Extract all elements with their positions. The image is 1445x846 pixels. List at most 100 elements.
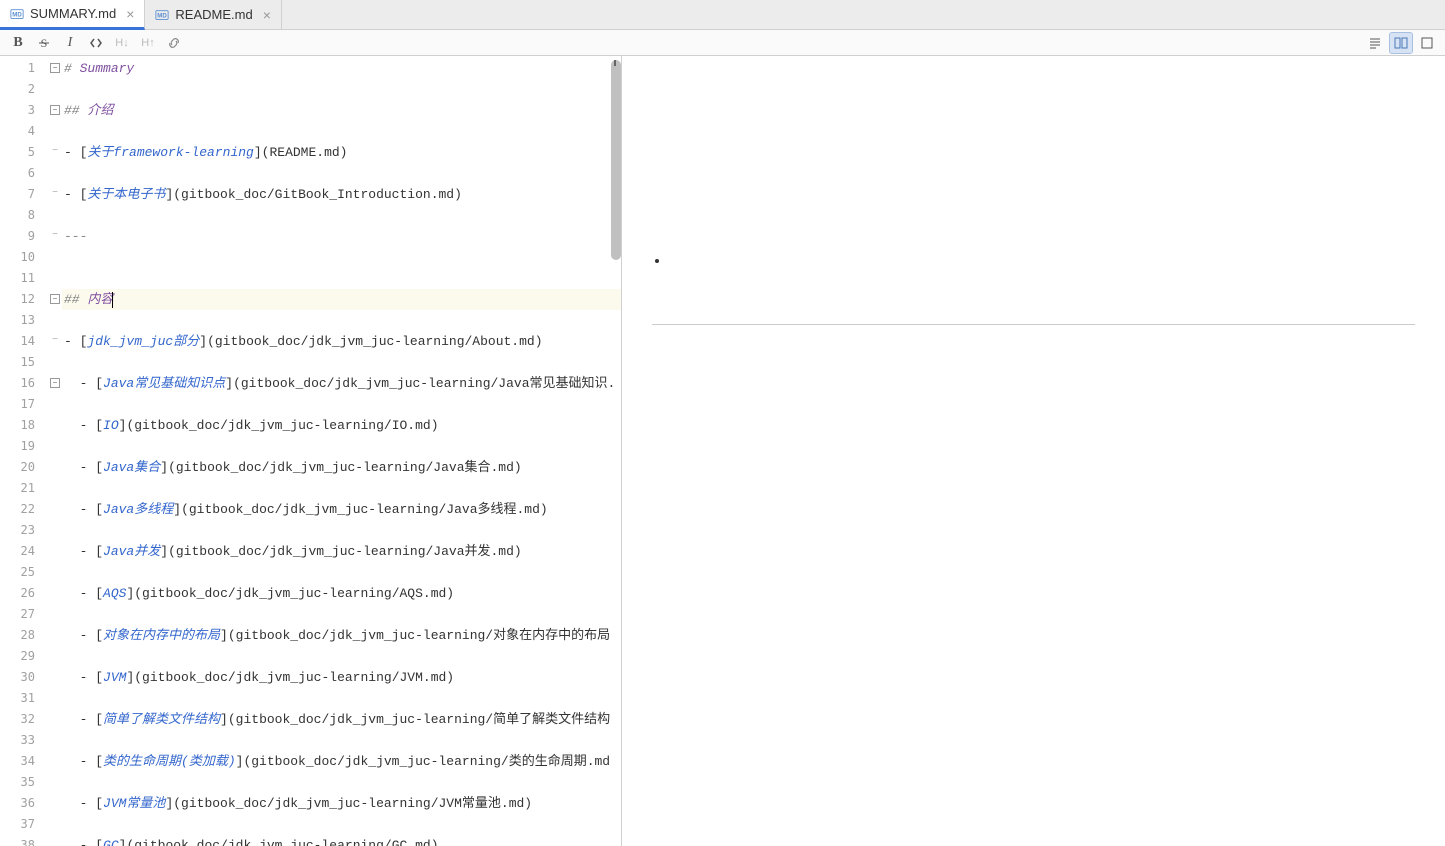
code-line[interactable]: - [关于本电子书](gitbook_doc/GitBook_Introduct… [62,184,621,205]
preview-hr [652,324,1415,325]
code-line[interactable] [62,688,621,709]
line-number: 35 [0,772,35,793]
fold-dash-icon[interactable]: − [50,147,60,157]
code-line[interactable]: - [jdk_jvm_juc部分](gitbook_doc/jdk_jvm_ju… [62,331,621,352]
line-number: 6 [0,163,35,184]
line-number: 15 [0,352,35,373]
code-line[interactable] [62,478,621,499]
line-number: 8 [0,205,35,226]
fold-minus-icon[interactable]: − [50,294,60,304]
close-icon[interactable]: × [126,6,134,22]
code-line[interactable]: ## 内容 [62,289,621,310]
fold-minus-icon[interactable]: − [50,63,60,73]
view-preview-button[interactable] [1415,32,1439,54]
fold-dash-icon[interactable]: − [50,189,60,199]
line-number: 10 [0,247,35,268]
tab-label: README.md [175,7,252,22]
code-line[interactable]: - [Java集合](gitbook_doc/jdk_jvm_juc-learn… [62,457,621,478]
code-line[interactable]: --- [62,226,621,247]
code-line[interactable] [62,436,621,457]
code-line[interactable] [62,352,621,373]
code-line[interactable] [62,730,621,751]
fold-minus-icon[interactable]: − [50,105,60,115]
code-line[interactable]: - [类的生命周期(类加载)](gitbook_doc/jdk_jvm_juc-… [62,751,621,772]
code-line[interactable]: - [对象在内存中的布局](gitbook_doc/jdk_jvm_juc-le… [62,625,621,646]
code-line[interactable]: - [Java多线程](gitbook_doc/jdk_jvm_juc-lear… [62,499,621,520]
code-line[interactable] [62,562,621,583]
view-editor-button[interactable] [1363,32,1387,54]
code-line[interactable] [62,310,621,331]
fold-minus-icon[interactable]: − [50,378,60,388]
code-line[interactable]: - [GC](gitbook_doc/jdk_jvm_juc-learning/… [62,835,621,846]
code-line[interactable] [62,646,621,667]
line-number: 19 [0,436,35,457]
line-number: 13 [0,310,35,331]
line-number: 21 [0,478,35,499]
code-line[interactable] [62,604,621,625]
code-line[interactable] [62,772,621,793]
scroll-marker-icon [614,60,616,66]
code-line[interactable]: # Summary [62,58,621,79]
code-line[interactable] [62,520,621,541]
code-button[interactable] [84,32,108,54]
code-line[interactable] [62,814,621,835]
preview-pane [622,56,1445,846]
svg-text:MD: MD [158,12,168,19]
code-line[interactable] [62,394,621,415]
line-number: 34 [0,751,35,772]
code-line[interactable] [62,121,621,142]
line-number: 22 [0,499,35,520]
code-line[interactable] [62,205,621,226]
fold-dash-icon[interactable]: − [50,231,60,241]
tab-summary[interactable]: MD SUMMARY.md × [0,0,145,30]
tab-label: SUMMARY.md [30,6,116,21]
line-number: 31 [0,688,35,709]
fold-strip: − − − − − − − − [50,56,62,846]
scroll-thumb[interactable] [611,60,621,260]
code-line[interactable]: - [Java常见基础知识点](gitbook_doc/jdk_jvm_juc-… [62,373,621,394]
line-number: 3 [0,100,35,121]
heading-up-button[interactable]: H↑ [136,32,160,54]
code-line[interactable] [62,163,621,184]
line-number: 7 [0,184,35,205]
tab-readme[interactable]: MD README.md × [145,0,281,29]
line-number: 2 [0,79,35,100]
code-line[interactable] [62,79,621,100]
code-line[interactable]: - [简单了解类文件结构](gitbook_doc/jdk_jvm_juc-le… [62,709,621,730]
code-line[interactable] [62,247,621,268]
code-line[interactable]: ## 介绍 [62,100,621,121]
code-line[interactable]: - [JVM常量池](gitbook_doc/jdk_jvm_juc-learn… [62,793,621,814]
link-button[interactable] [162,32,186,54]
fold-dash-icon[interactable]: − [50,336,60,346]
line-number: 5 [0,142,35,163]
heading-down-button[interactable]: H↓ [110,32,134,54]
line-number: 26 [0,583,35,604]
line-number: 37 [0,814,35,835]
code-editor[interactable]: # Summary ## 介绍 - [关于framework-learning](R… [62,56,621,846]
line-number: 38 [0,835,35,846]
view-split-button[interactable] [1389,32,1413,54]
line-number: 16 [0,373,35,394]
line-number: 36 [0,793,35,814]
line-number: 28 [0,625,35,646]
code-line[interactable]: - [JVM](gitbook_doc/jdk_jvm_juc-learning… [62,667,621,688]
toolbar: B S I H↓ H↑ [0,30,1445,56]
strikethrough-button[interactable]: S [32,32,56,54]
preview-bullet [670,252,1415,264]
code-line[interactable] [62,268,621,289]
line-number: 17 [0,394,35,415]
markdown-file-icon: MD [155,8,169,22]
line-number: 14 [0,331,35,352]
italic-button[interactable]: I [58,32,82,54]
line-number: 33 [0,730,35,751]
line-number: 29 [0,646,35,667]
code-line[interactable]: - [AQS](gitbook_doc/jdk_jvm_juc-learning… [62,583,621,604]
code-line[interactable]: - [关于framework-learning](README.md) [62,142,621,163]
close-icon[interactable]: × [263,7,271,23]
line-number: 23 [0,520,35,541]
vertical-scrollbar[interactable] [609,56,621,846]
line-number: 20 [0,457,35,478]
code-line[interactable]: - [Java并发](gitbook_doc/jdk_jvm_juc-learn… [62,541,621,562]
bold-button[interactable]: B [6,32,30,54]
code-line[interactable]: - [IO](gitbook_doc/jdk_jvm_juc-learning/… [62,415,621,436]
